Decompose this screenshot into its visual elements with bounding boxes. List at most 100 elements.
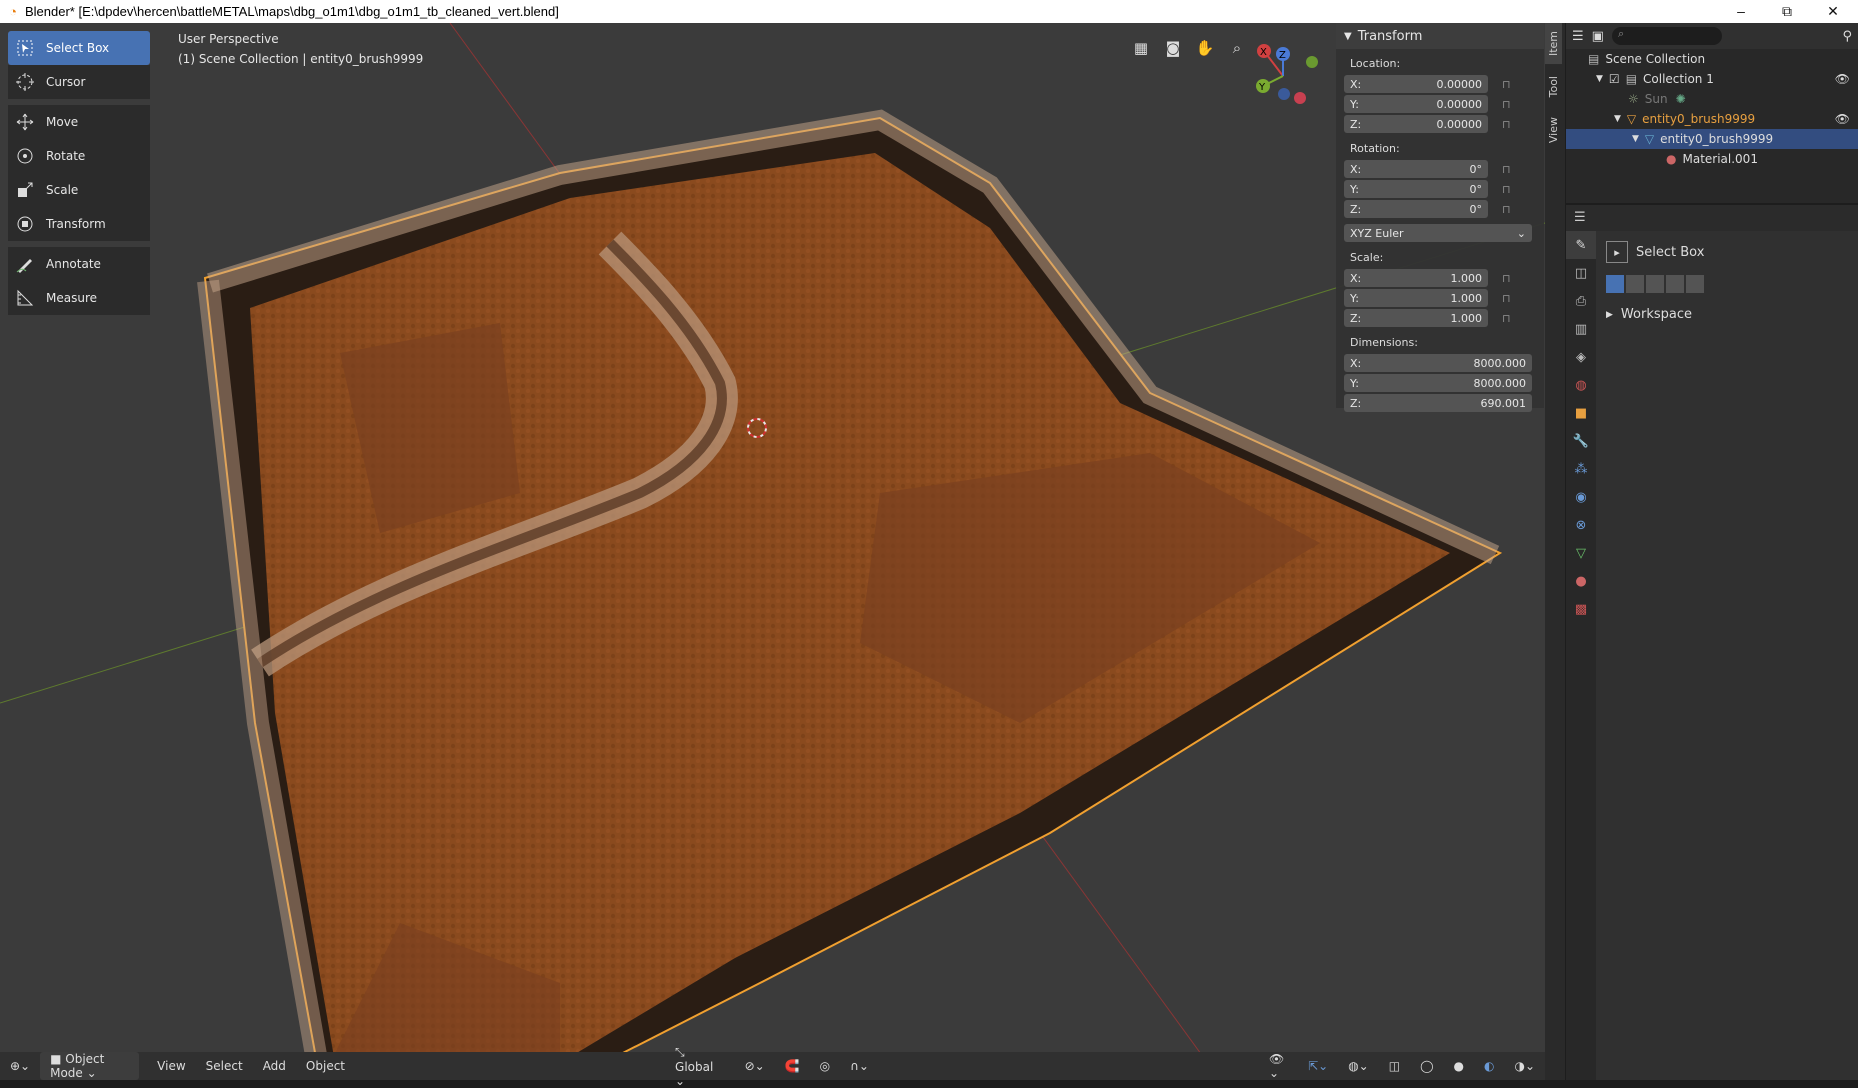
lock-icon[interactable]: ⊓: [1502, 183, 1511, 196]
mode-extend-icon[interactable]: [1626, 275, 1644, 293]
eye-icon[interactable]: 👁: [1835, 112, 1850, 126]
lock-icon[interactable]: ⊓: [1502, 292, 1511, 305]
gizmo-y-label: Y: [1258, 82, 1266, 93]
display-mode-icon[interactable]: ▣: [1592, 29, 1604, 44]
outliner-row-collection[interactable]: ▼ ☑ ▤ Collection 1 👁: [1566, 69, 1858, 89]
tab-item[interactable]: Item: [1545, 23, 1562, 65]
modifier-properties-icon[interactable]: 🔧: [1566, 427, 1596, 455]
mode-invert-icon[interactable]: [1666, 275, 1684, 293]
editor-type-icon[interactable]: ⊕⌄: [0, 1059, 40, 1073]
scale-x-field[interactable]: X: 1.000: [1344, 269, 1488, 287]
lock-icon[interactable]: ⊓: [1502, 78, 1511, 91]
menu-view[interactable]: View: [147, 1059, 195, 1073]
maximize-button[interactable]: ⧉: [1764, 0, 1810, 23]
outliner-search-input[interactable]: ⌕: [1611, 27, 1722, 45]
lock-icon[interactable]: ⊓: [1502, 118, 1511, 131]
constraints-properties-icon[interactable]: ⊗: [1566, 511, 1596, 539]
zoom-icon[interactable]: ⌕: [1224, 35, 1250, 61]
tool-scale[interactable]: Scale: [8, 173, 150, 207]
shading-material-icon[interactable]: ◐: [1474, 1059, 1504, 1073]
menu-object[interactable]: Object: [296, 1059, 355, 1073]
mode-dropdown[interactable]: ■ Object Mode ⌄: [40, 1052, 140, 1080]
shading-wireframe-icon[interactable]: ◯: [1410, 1059, 1443, 1073]
mesh-data-properties-icon[interactable]: ▽: [1566, 539, 1596, 567]
tool-annotate[interactable]: Annotate: [8, 247, 150, 281]
scale-y-field[interactable]: Y: 1.000: [1344, 289, 1488, 307]
snap-icon[interactable]: 🧲: [775, 1059, 810, 1073]
proportional-edit-icon[interactable]: ◎: [810, 1059, 840, 1073]
lock-icon[interactable]: ⊓: [1502, 312, 1511, 325]
lock-icon[interactable]: ⊓: [1502, 203, 1511, 216]
axis-gizmo[interactable]: X Z Y: [1248, 38, 1328, 118]
pan-hand-icon[interactable]: ✋: [1192, 35, 1218, 61]
output-properties-icon[interactable]: ⎙: [1566, 287, 1596, 315]
tool-measure[interactable]: Measure: [8, 281, 150, 315]
visibility-icon[interactable]: 👁⌄: [1259, 1052, 1298, 1080]
mode-intersect-icon[interactable]: [1686, 275, 1704, 293]
dimensions-y-field[interactable]: Y: 8000.000: [1344, 374, 1532, 392]
checkbox-icon[interactable]: ☑: [1609, 72, 1620, 86]
mode-set-icon[interactable]: [1606, 275, 1624, 293]
tool-properties-icon[interactable]: ✎: [1566, 231, 1596, 259]
shading-solid-icon[interactable]: ●: [1444, 1059, 1474, 1073]
filter-icon[interactable]: ⚲: [1842, 29, 1852, 44]
location-x-field[interactable]: X: 0.00000: [1344, 75, 1488, 93]
expand-arrow-icon[interactable]: ▼: [1614, 114, 1621, 124]
expand-arrow-icon[interactable]: ▼: [1632, 134, 1639, 144]
editor-type-icon[interactable]: ☰: [1574, 210, 1586, 225]
tool-move[interactable]: Move: [8, 105, 150, 139]
editor-type-icon[interactable]: ☰: [1572, 29, 1584, 44]
rotation-y-field[interactable]: Y: 0°: [1344, 180, 1488, 198]
outliner-row-scene-collection[interactable]: ▤ Scene Collection: [1566, 49, 1858, 69]
dimensions-z-field[interactable]: Z: 690.001: [1344, 394, 1532, 412]
lock-icon[interactable]: ⊓: [1502, 98, 1511, 111]
workspace-panel[interactable]: ▶ Workspace: [1606, 307, 1692, 322]
orientation-dropdown[interactable]: ⤡ Global ⌄: [665, 1045, 735, 1088]
xray-icon[interactable]: ◫: [1379, 1059, 1410, 1073]
rotation-x-field[interactable]: X: 0°: [1344, 160, 1488, 178]
expand-arrow-icon[interactable]: ▼: [1596, 74, 1603, 84]
scene-properties-icon[interactable]: ◈: [1566, 343, 1596, 371]
tool-transform[interactable]: Transform: [8, 207, 150, 241]
tool-select-box[interactable]: Select Box: [8, 31, 150, 65]
shading-rendered-icon[interactable]: ◑⌄: [1504, 1059, 1545, 1073]
outliner-row-entity-mesh[interactable]: ▼ ▽ entity0_brush9999: [1566, 129, 1858, 149]
eye-icon[interactable]: 👁: [1835, 72, 1850, 86]
material-properties-icon[interactable]: ●: [1566, 567, 1596, 595]
outliner-row-entity-object[interactable]: ▼ ▽ entity0_brush9999 👁: [1566, 109, 1858, 129]
particles-properties-icon[interactable]: ⁂: [1566, 455, 1596, 483]
scale-z-field[interactable]: Z: 1.000: [1344, 309, 1488, 327]
gizmo-toggle-icon[interactable]: ⇱⌄: [1298, 1059, 1338, 1073]
dimensions-x-field[interactable]: X: 8000.000: [1344, 354, 1532, 372]
lock-icon[interactable]: ⊓: [1502, 272, 1511, 285]
lock-icon[interactable]: ⊓: [1502, 163, 1511, 176]
falloff-icon[interactable]: ∩⌄: [840, 1059, 879, 1073]
3d-viewport[interactable]: User Perspective (1) Scene Collection | …: [0, 23, 1545, 1080]
texture-properties-icon[interactable]: ▩: [1566, 595, 1596, 623]
outliner-row-material[interactable]: ● Material.001: [1566, 149, 1858, 169]
tab-tool[interactable]: Tool: [1545, 68, 1562, 105]
rotation-z-field[interactable]: Z: 0°: [1344, 200, 1488, 218]
outliner-row-sun[interactable]: ☼ Sun ✺: [1566, 89, 1858, 109]
view-layer-icon[interactable]: ▥: [1566, 315, 1596, 343]
tool-rotate[interactable]: Rotate: [8, 139, 150, 173]
physics-properties-icon[interactable]: ◉: [1566, 483, 1596, 511]
close-button[interactable]: ✕: [1810, 0, 1856, 23]
menu-select[interactable]: Select: [196, 1059, 253, 1073]
pivot-icon[interactable]: ⊘⌄: [735, 1059, 775, 1073]
toggle-perspective-icon[interactable]: ▦: [1128, 35, 1154, 61]
overlays-icon[interactable]: ◍⌄: [1338, 1059, 1379, 1073]
minimize-button[interactable]: –: [1718, 0, 1764, 23]
tab-view[interactable]: View: [1545, 109, 1562, 151]
mode-subtract-icon[interactable]: [1646, 275, 1664, 293]
location-y-field[interactable]: Y: 0.00000: [1344, 95, 1488, 113]
camera-view-icon[interactable]: ◙: [1160, 35, 1186, 61]
transform-panel-header[interactable]: ▼ Transform: [1336, 23, 1544, 49]
world-properties-icon[interactable]: ◍: [1566, 371, 1596, 399]
render-properties-icon[interactable]: ◫: [1566, 259, 1596, 287]
location-z-field[interactable]: Z: 0.00000: [1344, 115, 1488, 133]
rotation-mode-dropdown[interactable]: XYZ Euler ⌄: [1344, 224, 1532, 242]
tool-cursor[interactable]: Cursor: [8, 65, 150, 99]
object-properties-icon[interactable]: ■: [1566, 399, 1596, 427]
menu-add[interactable]: Add: [253, 1059, 296, 1073]
